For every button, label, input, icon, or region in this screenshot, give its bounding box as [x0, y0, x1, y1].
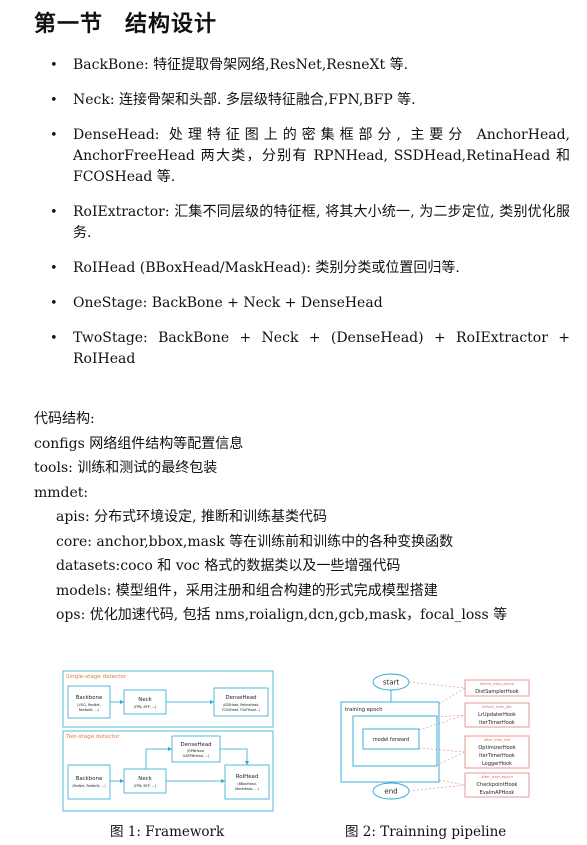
- code-heading: 代码结构:: [34, 411, 95, 427]
- hook-name: OptimizerHook: [478, 745, 515, 751]
- code-line-core: core: anchor,bbox,mask 等在训练前和训练中的各种变换函数: [56, 533, 454, 550]
- hook-name: EvalmAPHook: [480, 790, 515, 796]
- section-title: 结构设计: [125, 12, 218, 37]
- hook-name: CheckpointHook: [477, 782, 518, 788]
- model-forward-label: model forward: [373, 737, 409, 743]
- t-neck-sub: (FPN, BFP, ...): [134, 784, 156, 788]
- framework-figure: Single-stage detector Two-stage detector…: [62, 670, 274, 812]
- start-node: start: [383, 679, 400, 687]
- hook-group-label: after_train_epoch: [481, 775, 513, 779]
- t-backbone-label: Backbone: [76, 776, 103, 782]
- t-densehead-label: DenseHead: [180, 742, 211, 748]
- hook-name: IterTimerHook: [479, 720, 515, 726]
- s-densehead-label: DenseHead: [225, 695, 256, 701]
- t-roihead-sub: (BBoxHead,: [237, 782, 256, 786]
- s-backbone-sub: ResNeXt, ...): [79, 708, 99, 712]
- s-backbone-label: Backbone: [76, 695, 103, 701]
- code-line-configs: configs 网络组件结构等配置信息: [34, 435, 244, 452]
- section-heading: 第一节 结构设计: [34, 6, 217, 38]
- list-item: OneStage: BackBone + Neck + DenseHead: [50, 293, 570, 314]
- code-line-apis: apis: 分布式环境设定, 推断和训练基类代码: [56, 509, 328, 525]
- hook-name: LoggerHook: [482, 761, 512, 767]
- pipeline-figure: start end training epoch model forward b…: [340, 673, 530, 800]
- figure1-caption: 图 1: Framework: [110, 824, 225, 840]
- hook-name: LrUpdaterHook: [478, 712, 516, 718]
- list-item: TwoStage: BackBone + Neck + (DenseHead) …: [50, 328, 570, 370]
- code-line-tools: tools: 训练和测试的最终包装: [34, 460, 218, 476]
- list-item: RoIExtractor: 汇集不同层级的特征框, 将其大小统一, 为二步定位,…: [50, 202, 570, 244]
- s-neck-label: Neck: [138, 697, 152, 703]
- list-item: DenseHead: 处理特征图上的密集框部分, 主要分 AnchorHead,…: [50, 125, 570, 188]
- code-line-ops: ops: 优化加速代码, 包括 nms,roialign,dcn,gcb,mas…: [56, 607, 508, 623]
- t-roihead-sub: MaskHead, ...): [235, 787, 259, 791]
- list-item: RoIHead (BBoxHead/MaskHead): 类别分类或位置回归等.: [50, 258, 570, 279]
- list-item: Neck: 连接骨架和头部. 多层级特征融合,FPN,BFP 等.: [50, 90, 570, 111]
- s-densehead-sub: FCOSHead, FSAFHead...): [222, 708, 260, 712]
- end-node: end: [384, 788, 397, 796]
- hook-group-label: before_train_iter: [482, 705, 512, 709]
- code-line-mmdet: mmdet:: [34, 484, 89, 501]
- hook-group-label: after_train_iter: [484, 738, 511, 742]
- hook-name: IterTimerHook: [479, 753, 515, 759]
- single-stage-label: Single-stage detector: [66, 674, 127, 680]
- t-densehead-sub: GARPNHead, ...): [183, 754, 210, 758]
- s-densehead-sub: (SSDHead, RetinaHead,: [223, 703, 260, 707]
- t-backbone-sub: (ResNet, ResNeXt, ...): [72, 784, 105, 788]
- hook-name: DistSamplerHook: [475, 689, 518, 695]
- s-neck-sub: (FPN, BFP, ...): [134, 705, 156, 709]
- training-epoch-label: training epoch: [345, 707, 383, 713]
- code-line-models: models: 模型组件，采用注册和组合构建的形式完成模型搭建: [56, 582, 438, 599]
- two-stage-label: Two-stage detector: [65, 734, 120, 740]
- section-number: 第一节: [34, 12, 104, 37]
- s-backbone-sub: (VGG, ResNet,: [77, 703, 100, 707]
- t-densehead-sub: (RPNHead,: [187, 749, 205, 753]
- hook-group-label: before_train_epoch: [480, 682, 515, 686]
- figure2-caption: 图 2: Trainning pipeline: [345, 824, 507, 840]
- component-list: BackBone: 特征提取骨架网络,ResNet,ResneXt 等. Nec…: [50, 55, 570, 384]
- t-neck-label: Neck: [138, 776, 152, 782]
- list-item: BackBone: 特征提取骨架网络,ResNet,ResneXt 等.: [50, 55, 570, 76]
- t-roihead-label: RoIHead: [236, 774, 259, 780]
- code-line-datasets: datasets:coco 和 voc 格式的数据类以及一些增强代码: [56, 558, 401, 574]
- code-structure: 代码结构: configs 网络组件结构等配置信息 tools: 训练和测试的最…: [34, 407, 507, 628]
